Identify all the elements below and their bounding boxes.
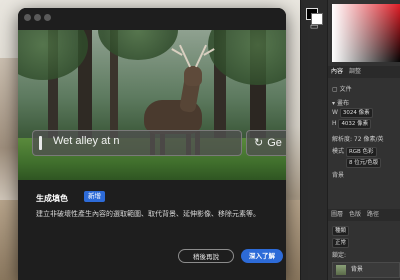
generative-fill-dialog: Wet alley at n ↻ Ge 生成填色 新增 建立非破壞性產生內容的選取… bbox=[18, 8, 286, 280]
blend-mode-row: 正常 bbox=[332, 238, 350, 248]
chevron-down-icon: ▾ bbox=[332, 100, 336, 107]
lock-label: 鎖定: bbox=[332, 252, 347, 259]
generate-sparkle-icon: ↻ bbox=[254, 137, 264, 149]
height-row: H 4032 像素 bbox=[332, 119, 372, 129]
tab-paths[interactable]: 路徑 bbox=[367, 209, 379, 221]
tab-adjustments[interactable]: 調整 bbox=[349, 66, 361, 78]
dialog-titlebar bbox=[18, 8, 286, 30]
prompt-value: Wet alley at n bbox=[53, 135, 120, 147]
tab-channels[interactable]: 色版 bbox=[349, 209, 361, 221]
bg-label: 背景 bbox=[332, 172, 345, 179]
prompt-input[interactable]: Wet alley at n bbox=[32, 130, 242, 156]
layer-filter[interactable]: 種類 bbox=[332, 226, 350, 236]
deer-antler bbox=[195, 44, 207, 68]
mode-label: 模式 bbox=[332, 148, 345, 155]
canvas-photo-edge bbox=[0, 58, 18, 208]
doc-label: 文件 bbox=[339, 86, 352, 93]
mode-select[interactable]: RGB 色彩 bbox=[345, 147, 377, 157]
properties-tabs: 內容 調整 bbox=[328, 66, 400, 78]
layer-item[interactable]: 背景 bbox=[332, 262, 400, 278]
tab-layers[interactable]: 圖層 bbox=[331, 209, 343, 221]
zoom-window-button[interactable] bbox=[44, 14, 51, 21]
hero-image-forest-deer bbox=[18, 30, 286, 180]
learn-more-button[interactable]: 深入了解 bbox=[241, 249, 283, 263]
new-badge: 新增 bbox=[84, 191, 105, 202]
bit-depth-select[interactable]: 8 位元/色版 bbox=[346, 158, 382, 168]
remind-later-button[interactable]: 稍後再說 bbox=[178, 249, 234, 263]
height-input[interactable]: 4032 像素 bbox=[338, 119, 372, 129]
prompt-text: Wet alley at n bbox=[53, 135, 119, 147]
tab-properties[interactable]: 內容 bbox=[331, 66, 343, 78]
resolution-text: 解析度: 72 像素/英 bbox=[332, 136, 384, 143]
deer-antler bbox=[179, 44, 191, 68]
layer-kind-select[interactable]: 種類 bbox=[332, 226, 350, 236]
layer-name: 背景 bbox=[350, 266, 363, 273]
width-label: W bbox=[332, 109, 338, 116]
close-window-button[interactable] bbox=[24, 14, 31, 21]
feature-description: 建立非破壞性產生內容的選取範圍、取代背景、延伸影像、移除元素等。 bbox=[36, 210, 260, 218]
blend-mode-select[interactable]: 正常 bbox=[332, 238, 350, 248]
minimize-window-button[interactable] bbox=[34, 14, 41, 21]
bg-row: 背景 bbox=[332, 170, 344, 179]
right-panels: ≡ ▭ 內容 調整 ▢ 文件 ▾ 畫布 W 3024 像素 H 4032 像素 … bbox=[300, 0, 400, 280]
mode-row: 模式 RGB 色彩 bbox=[332, 146, 377, 157]
generate-button[interactable]: ↻ Ge bbox=[246, 130, 286, 156]
width-row: W 3024 像素 bbox=[332, 108, 373, 118]
doc-row: ▢ 文件 bbox=[332, 84, 352, 93]
bit-depth-row: 8 位元/色版 bbox=[346, 158, 382, 168]
canvas-section-label[interactable]: ▾ 畫布 bbox=[332, 98, 349, 107]
deer-head bbox=[184, 66, 202, 86]
generate-label: Ge bbox=[267, 137, 282, 149]
lock-row: 鎖定: bbox=[332, 250, 346, 259]
layers-tabs: 圖層 色版 路徑 bbox=[328, 209, 400, 221]
layer-thumbnail bbox=[336, 264, 346, 275]
color-picker-field[interactable] bbox=[332, 4, 400, 62]
feature-title: 生成填色 bbox=[36, 194, 68, 203]
drag-handle[interactable] bbox=[39, 136, 42, 150]
width-input[interactable]: 3024 像素 bbox=[339, 108, 373, 118]
panel-area: 內容 調整 ▢ 文件 ▾ 畫布 W 3024 像素 H 4032 像素 解析度:… bbox=[306, 0, 400, 280]
height-label: H bbox=[332, 120, 337, 127]
background-color-swatch[interactable] bbox=[311, 13, 323, 25]
document-icon: ▢ bbox=[332, 86, 338, 93]
panel-toolbar: ≡ ▭ bbox=[301, 0, 328, 280]
